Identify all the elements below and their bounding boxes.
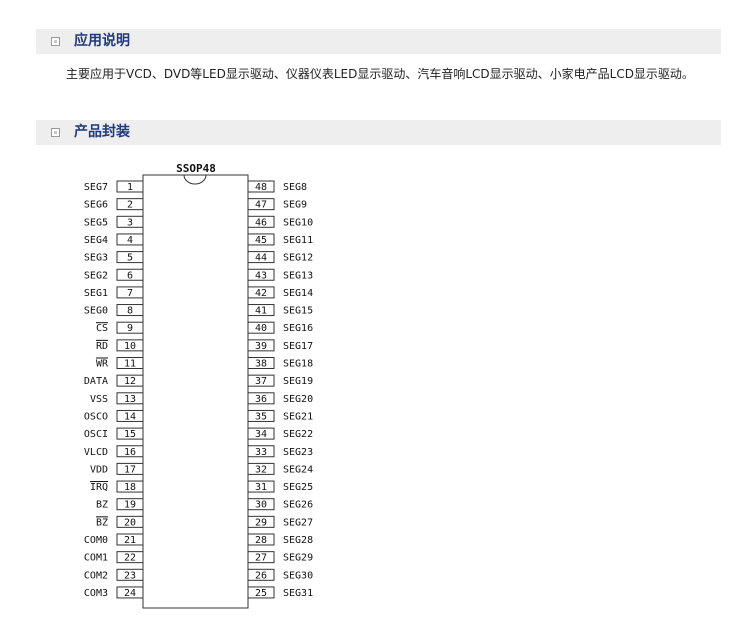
pin-number: 19 [124, 500, 136, 511]
pin-label: COM0 [84, 535, 108, 546]
pin-number: 26 [255, 570, 267, 581]
pin-label: RD [96, 341, 108, 352]
pin-number: 45 [255, 235, 267, 246]
pin-number: 7 [127, 288, 133, 299]
pin-number: 38 [255, 359, 267, 370]
pin-number: 40 [255, 323, 267, 334]
pin-label: OSCI [84, 429, 108, 440]
pin-label: SEG30 [283, 570, 313, 581]
pin-label: SEG12 [283, 253, 313, 264]
pin-number: 2 [127, 200, 133, 211]
pin-number: 3 [127, 217, 133, 228]
pin-label: SEG28 [283, 535, 313, 546]
pin-number: 24 [124, 588, 136, 599]
pin-label: SEG1 [84, 288, 108, 299]
pin-number: 27 [255, 553, 267, 564]
pin-label: SEG2 [84, 270, 108, 281]
pin-number: 1 [127, 182, 133, 193]
pin-label: SEG4 [84, 235, 108, 246]
pin-label: SEG7 [84, 182, 108, 193]
pin-number: 22 [124, 553, 136, 564]
pin-number: 36 [255, 394, 267, 405]
pin-label: DATA [84, 376, 108, 387]
pin-number: 39 [255, 341, 267, 352]
pin-label: SEG8 [283, 182, 307, 193]
pin-label: SEG20 [283, 394, 313, 405]
pin-number: 33 [255, 447, 267, 458]
pin-label: SEG11 [283, 235, 313, 246]
pin-label: SEG23 [283, 447, 313, 458]
pin-number: 43 [255, 270, 267, 281]
pin-number: 28 [255, 535, 267, 546]
pin-number: 11 [124, 359, 136, 370]
pin-label: SEG18 [283, 359, 313, 370]
pin-label: SEG29 [283, 553, 313, 564]
pin-number: 48 [255, 182, 267, 193]
pin-label: BZ [96, 500, 108, 511]
pin-number: 42 [255, 288, 267, 299]
pin-label: SEG25 [283, 482, 313, 493]
pin-label: SEG16 [283, 323, 313, 334]
pin-number: 25 [255, 588, 267, 599]
pin-number: 13 [124, 394, 136, 405]
pin-number: 21 [124, 535, 136, 546]
pin-number: 14 [124, 411, 136, 422]
pin-number: 41 [255, 306, 267, 317]
pin-label: SEG21 [283, 411, 313, 422]
pin-label: VDD [90, 464, 108, 475]
pin-number: 44 [255, 253, 267, 264]
pin-number: 9 [127, 323, 133, 334]
pin-number: 29 [255, 517, 267, 528]
pin-label: SEG0 [84, 306, 108, 317]
pin-label: SEG17 [283, 341, 313, 352]
pin-label: COM2 [84, 570, 108, 581]
pin-number: 8 [127, 306, 133, 317]
pin-number: 18 [124, 482, 136, 493]
pin-label: BZ [96, 517, 108, 528]
pin-label: IRQ [90, 482, 108, 493]
pin-label: SEG6 [84, 200, 108, 211]
pin-number: 23 [124, 570, 136, 581]
pin-number: 31 [255, 482, 267, 493]
pin-label: COM3 [84, 588, 108, 599]
pin-label: SEG27 [283, 517, 313, 528]
pin-label: CS [96, 323, 108, 334]
pin-label: SEG31 [283, 588, 313, 599]
pin-number: 5 [127, 253, 133, 264]
pin-label: SEG22 [283, 429, 313, 440]
pin-label: SEG5 [84, 217, 108, 228]
pin-label: OSCO [84, 411, 108, 422]
pin-label: WR [96, 359, 109, 370]
pin-number: 6 [127, 270, 133, 281]
pin-number: 46 [255, 217, 267, 228]
pin-number: 47 [255, 200, 267, 211]
pin-label: VLCD [84, 447, 108, 458]
pin-label: SEG14 [283, 288, 313, 299]
pin-label: SEG24 [283, 464, 313, 475]
pin-number: 16 [124, 447, 136, 458]
pin-number: 37 [255, 376, 267, 387]
pin-label: SEG10 [283, 217, 313, 228]
pin-label: SEG26 [283, 500, 313, 511]
ic-body [142, 174, 249, 609]
package-name: SSOP48 [176, 162, 216, 175]
pin-label: SEG3 [84, 253, 108, 264]
pin-label: VSS [90, 394, 108, 405]
pin-number: 34 [255, 429, 267, 440]
pin-number: 35 [255, 411, 267, 422]
pin-label: SEG19 [283, 376, 313, 387]
pin-number: 12 [124, 376, 136, 387]
pin-number: 17 [124, 464, 136, 475]
pin-label: SEG15 [283, 306, 313, 317]
pin-label: COM1 [84, 553, 108, 564]
ssop48-pinout-diagram: SSOP48 1SEG72SEG63SEG54SEG45SEG36SEG27SE… [84, 162, 313, 609]
pin-label: SEG9 [283, 200, 307, 211]
pin-number: 10 [124, 341, 136, 352]
pin-number: 30 [255, 500, 267, 511]
pin-number: 32 [255, 464, 267, 475]
pin-number: 15 [124, 429, 136, 440]
pin-label: SEG13 [283, 270, 313, 281]
pin-number: 4 [127, 235, 133, 246]
pin-number: 20 [124, 517, 136, 528]
